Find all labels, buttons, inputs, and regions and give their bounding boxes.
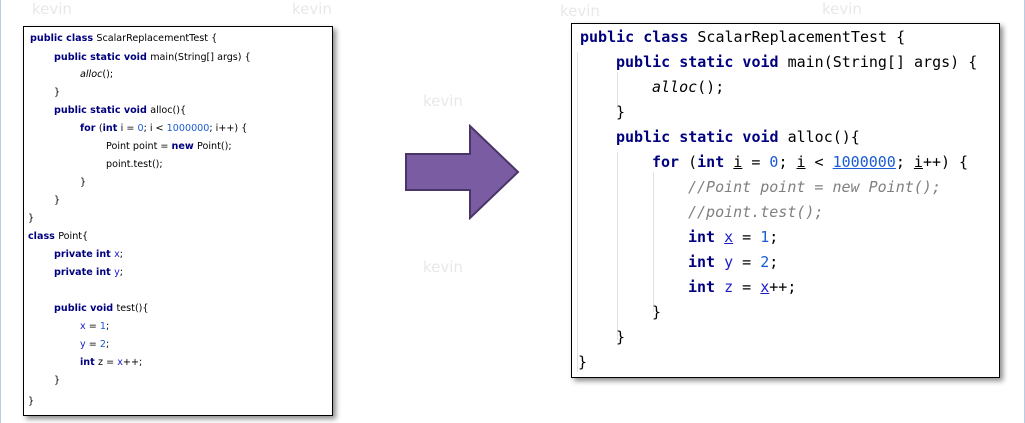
code-line: public static void alloc(){ [54,105,187,116]
code-line: private int y; [54,267,124,278]
code-line: public void test(){ [54,303,149,314]
code-line: for (int i = 0; i < 1000000; i++) { [80,123,248,134]
code-line: } [616,103,626,121]
code-line: alloc(); [80,69,114,80]
watermark: kevin [822,0,862,18]
optimized-code-panel: public class ScalarReplacementTest { pub… [571,23,1000,378]
code-line: for (int i = 0; i < 1000000; i++) { [652,153,969,171]
code-line: //point.test(); [688,203,824,221]
watermark: kevin [292,0,332,18]
code-line: int z = x++; [80,357,143,368]
code-line: //Point point = new Point(); [688,178,941,196]
code-line: private int x; [54,249,124,260]
code-line: } [616,328,626,346]
code-line: } [54,375,61,386]
code-line: alloc(); [652,78,725,96]
code-line: y = 2; [80,339,110,350]
watermark: kevin [423,92,463,110]
watermark: kevin [560,2,600,20]
code-line: class Point{ [28,231,89,242]
indent-guide [617,152,618,340]
original-code-panel: public class ScalarReplacementTest { pub… [23,26,333,416]
code-line: public class ScalarReplacementTest { [580,28,906,46]
code-line: public static void alloc(){ [616,128,860,146]
code-line: point.test(); [106,159,163,170]
right-arrow-icon [405,124,520,220]
code-line: } [54,195,61,206]
code-line: int z = x++; [688,278,797,296]
code-line: public class ScalarReplacementTest { [30,33,218,44]
code-line: Point point = new Point(); [106,141,232,152]
watermark: kevin [32,0,72,18]
code-line: int y = 2; [688,253,779,271]
code-line: x = 1; [80,321,110,332]
code-line: } [54,87,61,98]
indent-guide [577,52,578,372]
code-line: } [80,177,87,188]
code-line: } [28,213,35,224]
code-line: int x = 1; [688,228,779,246]
indent-guide [653,172,654,312]
code-line: public static void main(String[] args) { [616,53,978,71]
code-line: } [578,353,588,371]
watermark: kevin [423,258,463,276]
frame-left-edge [0,0,1,423]
code-line: } [652,303,662,321]
code-line: public static void main(String[] args) { [54,52,251,63]
code-line: } [28,396,35,407]
